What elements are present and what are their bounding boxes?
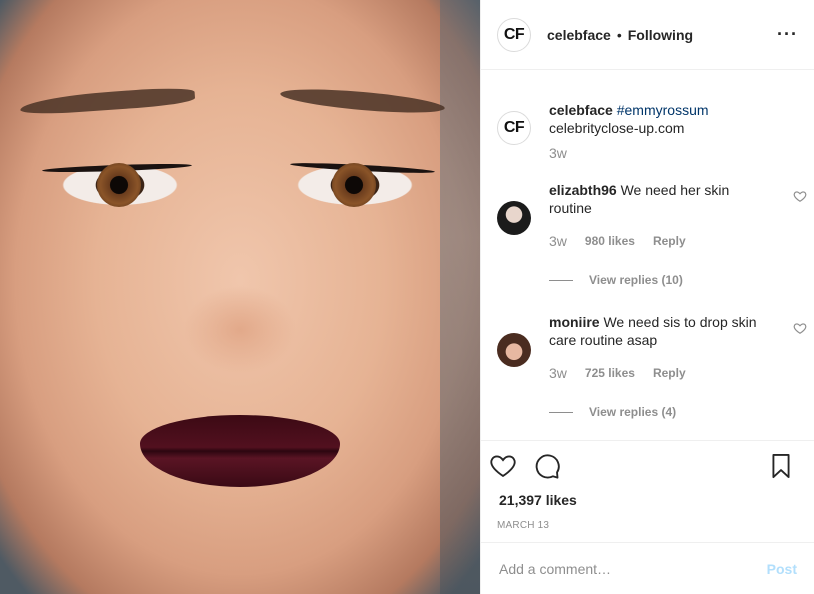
comment-likes[interactable]: 725 likes — [585, 366, 635, 380]
photo-left-iris — [97, 163, 141, 207]
comment-meta: 3w 980 likes Reply — [549, 233, 686, 249]
photo-left-eyebrow — [19, 85, 196, 117]
save-bookmark-icon[interactable] — [767, 452, 795, 480]
caption-text: celebrityclose-up.com — [549, 120, 685, 136]
post-side-panel: CF celebface • Following ··· CF celebfac… — [480, 0, 814, 594]
replies-line — [549, 411, 573, 413]
header-separator: • — [616, 26, 622, 43]
author-avatar[interactable]: CF — [497, 17, 531, 52]
comment-bubble-icon[interactable] — [533, 452, 561, 480]
comment-like-heart-icon[interactable] — [793, 189, 807, 203]
comment-reply-button[interactable]: Reply — [653, 234, 686, 248]
post-header: CF celebface • Following ··· — [481, 0, 814, 70]
comment-age: 3w — [549, 365, 567, 381]
comment-meta: 3w 725 likes Reply — [549, 365, 686, 381]
replies-line — [549, 279, 573, 281]
caption-age: 3w — [549, 145, 567, 161]
comment-body: elizabth96 We need her skin routine — [549, 181, 769, 217]
commenter-avatar[interactable] — [497, 333, 531, 367]
add-comment-input[interactable] — [499, 560, 767, 577]
post-photo[interactable] — [0, 0, 480, 594]
comment-age: 3w — [549, 233, 567, 249]
photo-right-eyebrow — [279, 84, 446, 118]
comments-section[interactable]: CF celebface #emmyrossum celebrityclose-… — [481, 71, 814, 441]
caption-meta: 3w — [549, 145, 567, 161]
view-replies-button[interactable]: View replies (10) — [549, 273, 683, 287]
photo-lips — [140, 415, 340, 487]
caption-avatar[interactable]: CF — [497, 111, 531, 145]
comment-like-heart-icon[interactable] — [793, 321, 807, 335]
caption-username[interactable]: celebface — [549, 102, 613, 118]
author-username[interactable]: celebface — [547, 27, 611, 43]
comment-username[interactable]: moniire — [549, 314, 600, 330]
view-replies-label[interactable]: View replies (4) — [589, 405, 676, 419]
photo-background — [440, 0, 480, 594]
photo-right-iris — [332, 163, 376, 207]
commenter-avatar[interactable] — [497, 201, 531, 235]
add-comment-bar: Post — [481, 542, 814, 594]
comment-reply-button[interactable]: Reply — [653, 366, 686, 380]
caption-hashtag[interactable]: #emmyrossum — [617, 102, 709, 118]
comment-likes[interactable]: 980 likes — [585, 234, 635, 248]
view-replies-label[interactable]: View replies (10) — [589, 273, 683, 287]
post-date: MARCH 13 — [497, 520, 550, 531]
follow-status-button[interactable]: Following — [628, 27, 693, 43]
post-actions — [481, 452, 814, 484]
comment-body: moniire We need sis to drop skin care ro… — [549, 313, 769, 349]
like-heart-icon[interactable] — [489, 452, 517, 480]
comment-username[interactable]: elizabth96 — [549, 182, 617, 198]
more-options-icon[interactable]: ··· — [777, 24, 798, 45]
view-replies-button[interactable]: View replies (4) — [549, 405, 676, 419]
likes-count[interactable]: 21,397 likes — [499, 492, 577, 508]
caption-body: celebface #emmyrossum celebrityclose-up.… — [549, 101, 769, 137]
post-comment-button[interactable]: Post — [767, 561, 797, 577]
